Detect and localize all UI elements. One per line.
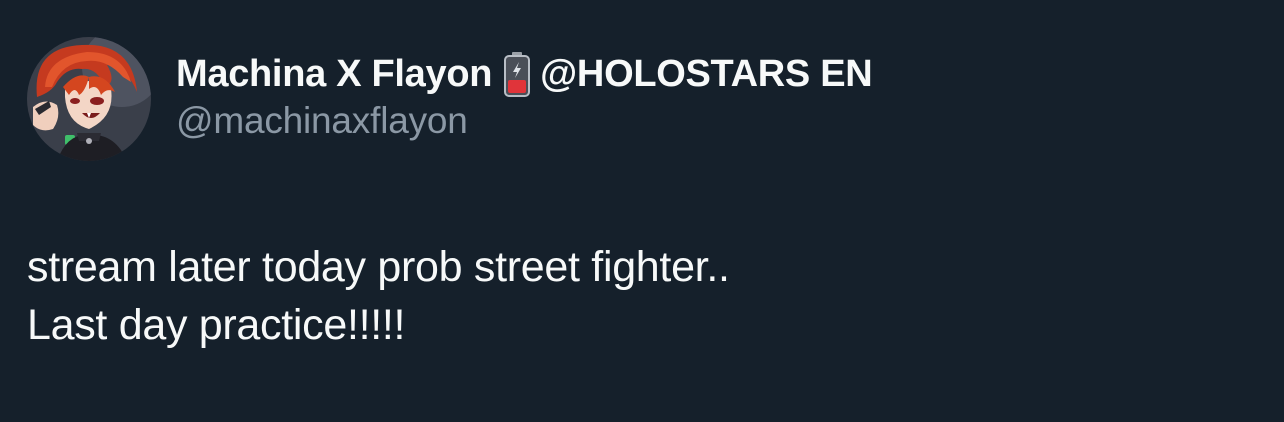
- display-name[interactable]: Machina X Flayon: [176, 53, 492, 96]
- tweet-card: Machina X Flayon @HOLOSTARS EN @machinax…: [0, 0, 1284, 422]
- tweet-text-line: Last day practice!!!!!: [27, 301, 406, 349]
- low-battery-icon: [502, 48, 532, 100]
- author-handle[interactable]: @machinaxflayon: [176, 100, 468, 142]
- tweet-text-line: stream later today prob street fighter..: [27, 243, 730, 291]
- author-name-row: Machina X Flayon @HOLOSTARS EN: [176, 48, 873, 100]
- tweet-text: stream later today prob street fighter..…: [27, 238, 730, 354]
- avatar[interactable]: [27, 37, 151, 161]
- affiliation-label: @HOLOSTARS EN: [540, 52, 873, 95]
